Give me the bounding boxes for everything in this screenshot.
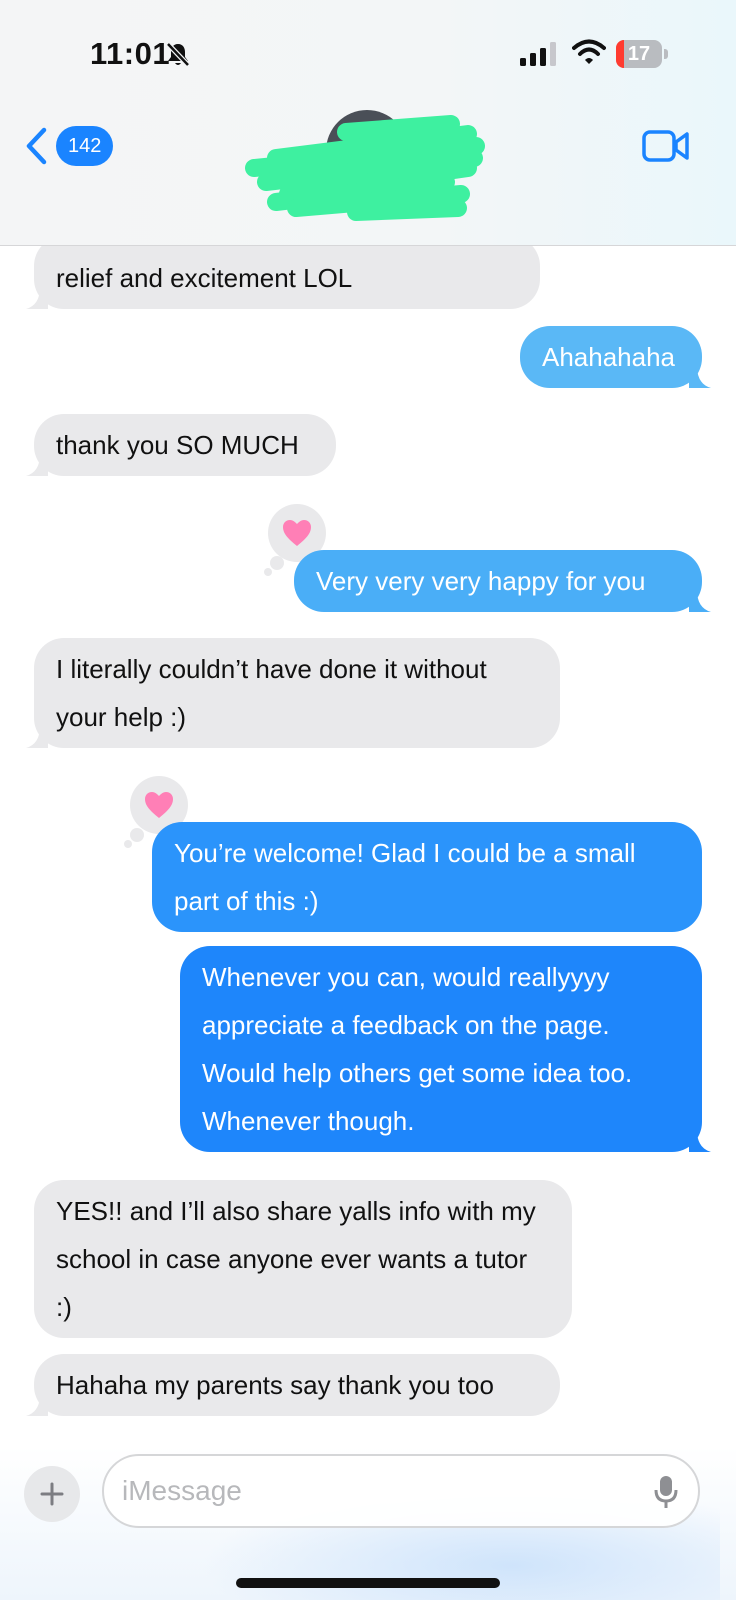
battery-level: 17 — [627, 43, 651, 65]
message-bubble-sent[interactable]: You’re welcome! Glad I could be a small … — [152, 822, 702, 932]
compose-bar — [0, 1446, 736, 1600]
message-bubble-received[interactable]: I literally couldn’t have done it withou… — [34, 638, 560, 748]
message-input[interactable] — [102, 1454, 700, 1528]
message-bubble-received[interactable]: thank you SO MUCH — [34, 414, 336, 476]
heart-icon — [145, 792, 173, 818]
message-bubble-received[interactable]: YES!! and I’ll also share yalls info wit… — [34, 1180, 572, 1338]
wifi-icon — [572, 39, 606, 64]
heart-icon — [283, 520, 311, 546]
cellular-signal-icon — [520, 42, 556, 66]
message-bubble-sent[interactable]: Ahahahaha — [520, 326, 702, 388]
plus-icon — [40, 1482, 64, 1506]
microphone-icon[interactable] — [654, 1474, 678, 1510]
conversation-header: 11:01 17 142 — [0, 0, 736, 246]
redaction-scribble — [245, 115, 485, 221]
back-button[interactable]: 142 — [24, 124, 124, 168]
bell-slash-icon — [166, 42, 190, 67]
message-bubble-received[interactable]: relief and excitement LOL — [34, 236, 540, 309]
apps-plus-button[interactable] — [24, 1466, 80, 1522]
unread-count-badge: 142 — [56, 126, 114, 166]
message-bubble-sent[interactable]: Very very very happy for you — [294, 550, 702, 612]
video-call-icon[interactable] — [642, 128, 690, 164]
home-indicator — [236, 1578, 500, 1588]
message-bubble-sent[interactable]: Whenever you can, would reallyyyy apprec… — [180, 946, 702, 1152]
status-time: 11:01 — [90, 36, 171, 71]
battery-indicator: 17 — [616, 40, 668, 68]
chevron-left-icon — [26, 127, 47, 165]
message-bubble-received[interactable]: Hahaha my parents say thank you too — [34, 1354, 560, 1416]
